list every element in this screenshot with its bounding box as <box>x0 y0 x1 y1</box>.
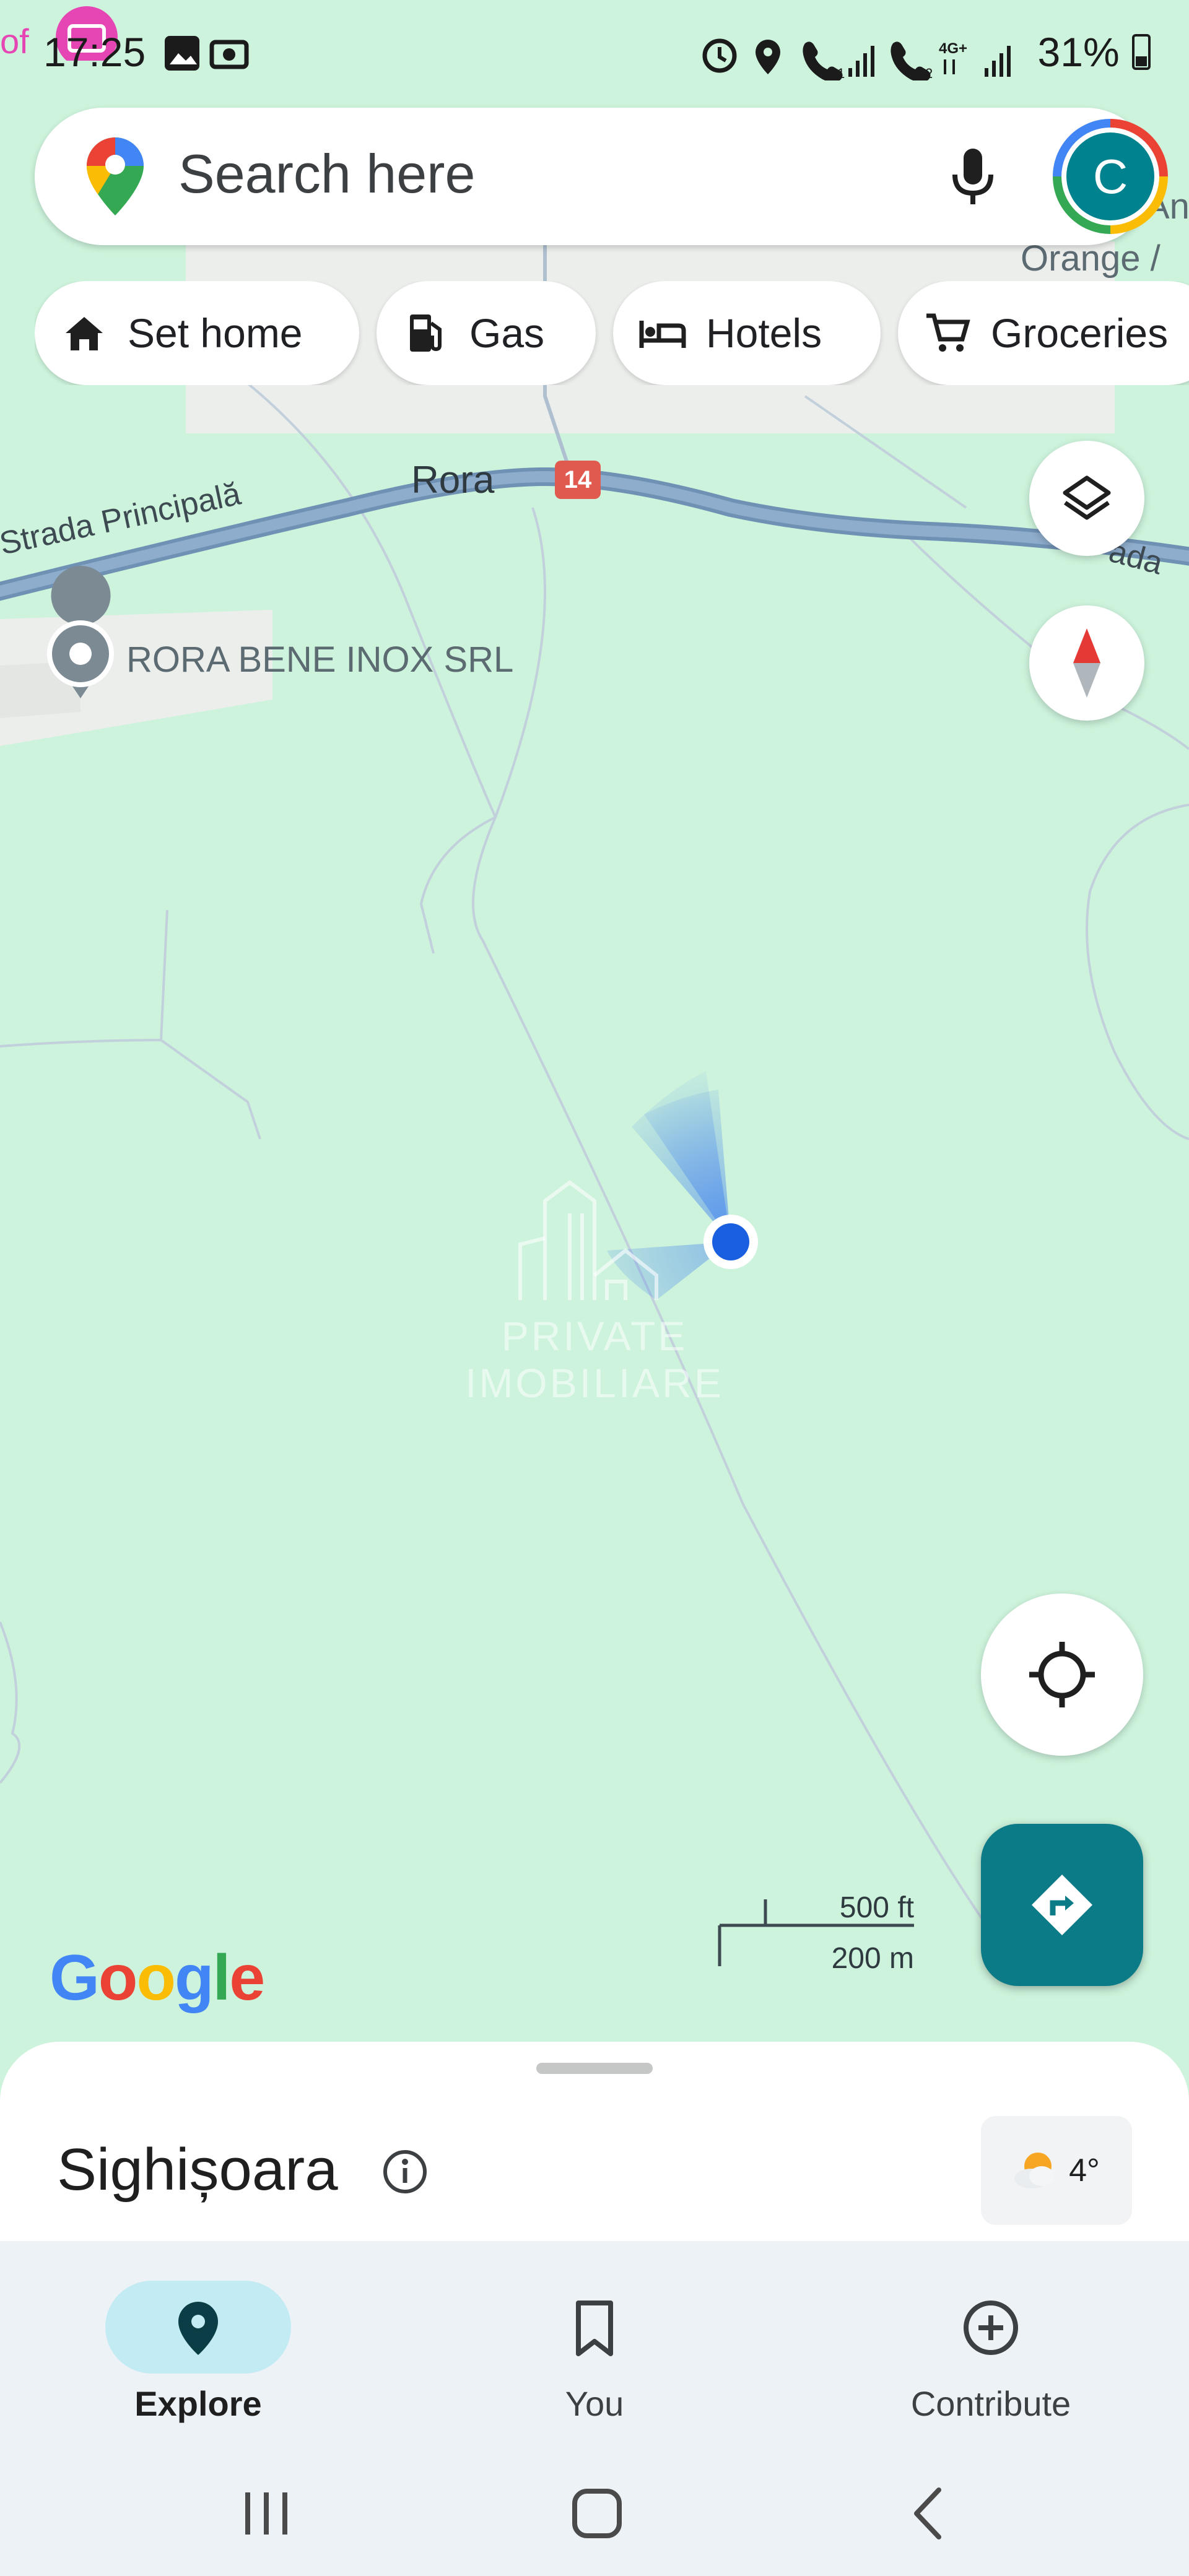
home-button-icon[interactable] <box>560 2476 634 2551</box>
chip-gas[interactable]: Gas <box>377 281 596 385</box>
plus-circle-icon <box>964 2301 1018 2355</box>
svg-text:1: 1 <box>837 66 845 80</box>
gas-station-icon <box>410 314 442 352</box>
nav-you[interactable]: You <box>458 2260 706 2423</box>
chip-label: Groceries <box>991 310 1169 356</box>
route-shield: 14 <box>555 461 601 499</box>
search-bar[interactable]: Search here C <box>35 108 1168 245</box>
chip-groceries[interactable]: Groceries <box>898 281 1189 385</box>
compass-button[interactable] <box>1029 605 1144 721</box>
status-bar: of 17:25 1 2 4G+ 31% <box>0 0 1189 105</box>
my-location-button[interactable] <box>981 1594 1143 1756</box>
google-maps-pin-icon <box>87 137 144 215</box>
chip-label: Set home <box>128 310 303 356</box>
explore-pin-icon <box>178 2302 218 2355</box>
location-icon <box>756 40 780 74</box>
battery-icon <box>1132 34 1151 70</box>
scale-ft-label: 500 ft <box>839 1891 914 1924</box>
weather-chip[interactable]: 4° <box>981 2116 1132 2225</box>
info-icon[interactable] <box>381 2148 429 2195</box>
gallery-icon <box>165 36 249 71</box>
place-bottom-sheet[interactable]: Sighișoara 4° <box>0 2042 1189 2246</box>
category-chips: Set home Gas Hotels Groceries <box>35 281 1189 385</box>
watermark-text: PRIVATE IMOBILIARE <box>465 1313 724 1406</box>
hotel-bed-icon <box>639 321 686 348</box>
scale-bar: 500 ft 200 m <box>716 1891 914 1975</box>
google-logo: Google <box>50 1942 265 2014</box>
poi-pin-icon <box>47 566 114 698</box>
system-navigation-bar <box>0 2476 1189 2551</box>
call-sim1-icon <box>803 41 843 80</box>
4g-icon: 4G+ <box>939 40 967 57</box>
search-input[interactable]: Search here <box>178 142 475 206</box>
road-label-rora: Rora <box>411 459 495 501</box>
home-icon <box>66 317 103 350</box>
crosshair-icon <box>1029 1642 1095 1707</box>
chip-label: Gas <box>469 310 545 356</box>
place-name: Sighișoara <box>57 2136 338 2203</box>
bookmark-icon <box>576 2301 613 2356</box>
shopping-cart-icon <box>926 313 970 352</box>
battery-percent: 31% <box>1038 28 1152 76</box>
mic-icon[interactable] <box>939 142 1007 210</box>
recent-apps-icon[interactable] <box>229 2476 303 2551</box>
call-sim2-icon <box>891 41 931 80</box>
back-icon[interactable] <box>892 2476 966 2551</box>
sheet-drag-handle[interactable] <box>536 2063 653 2074</box>
status-time: 17:25 <box>43 29 146 75</box>
chip-label: Hotels <box>706 310 822 356</box>
chip-hotels[interactable]: Hotels <box>613 281 881 385</box>
svg-text:of: of <box>0 22 29 61</box>
nav-label: Explore <box>134 2384 262 2423</box>
chip-set-home[interactable]: Set home <box>35 281 359 385</box>
nav-label: Contribute <box>910 2384 1071 2423</box>
weather-temperature: 4° <box>1069 2153 1100 2188</box>
layers-icon <box>1063 475 1111 520</box>
directions-icon <box>1032 1875 1092 1935</box>
scale-m-label: 200 m <box>831 1942 914 1975</box>
directions-button[interactable] <box>981 1824 1143 1986</box>
compass-icon <box>1073 628 1100 698</box>
my-location-dot <box>703 1215 758 1269</box>
svg-text:2: 2 <box>925 66 933 80</box>
partly-cloudy-icon <box>1014 2153 1055 2188</box>
avatar-letter: C <box>1066 132 1154 220</box>
nav-label: You <box>565 2384 624 2423</box>
poi-label-rora-bene-inox[interactable]: RORA BENE INOX SRL <box>126 639 513 680</box>
layers-button[interactable] <box>1029 441 1144 556</box>
account-avatar[interactable]: C <box>1053 119 1168 234</box>
nav-explore[interactable]: Explore <box>62 2260 310 2423</box>
nav-contribute[interactable]: Contribute <box>855 2260 1102 2423</box>
